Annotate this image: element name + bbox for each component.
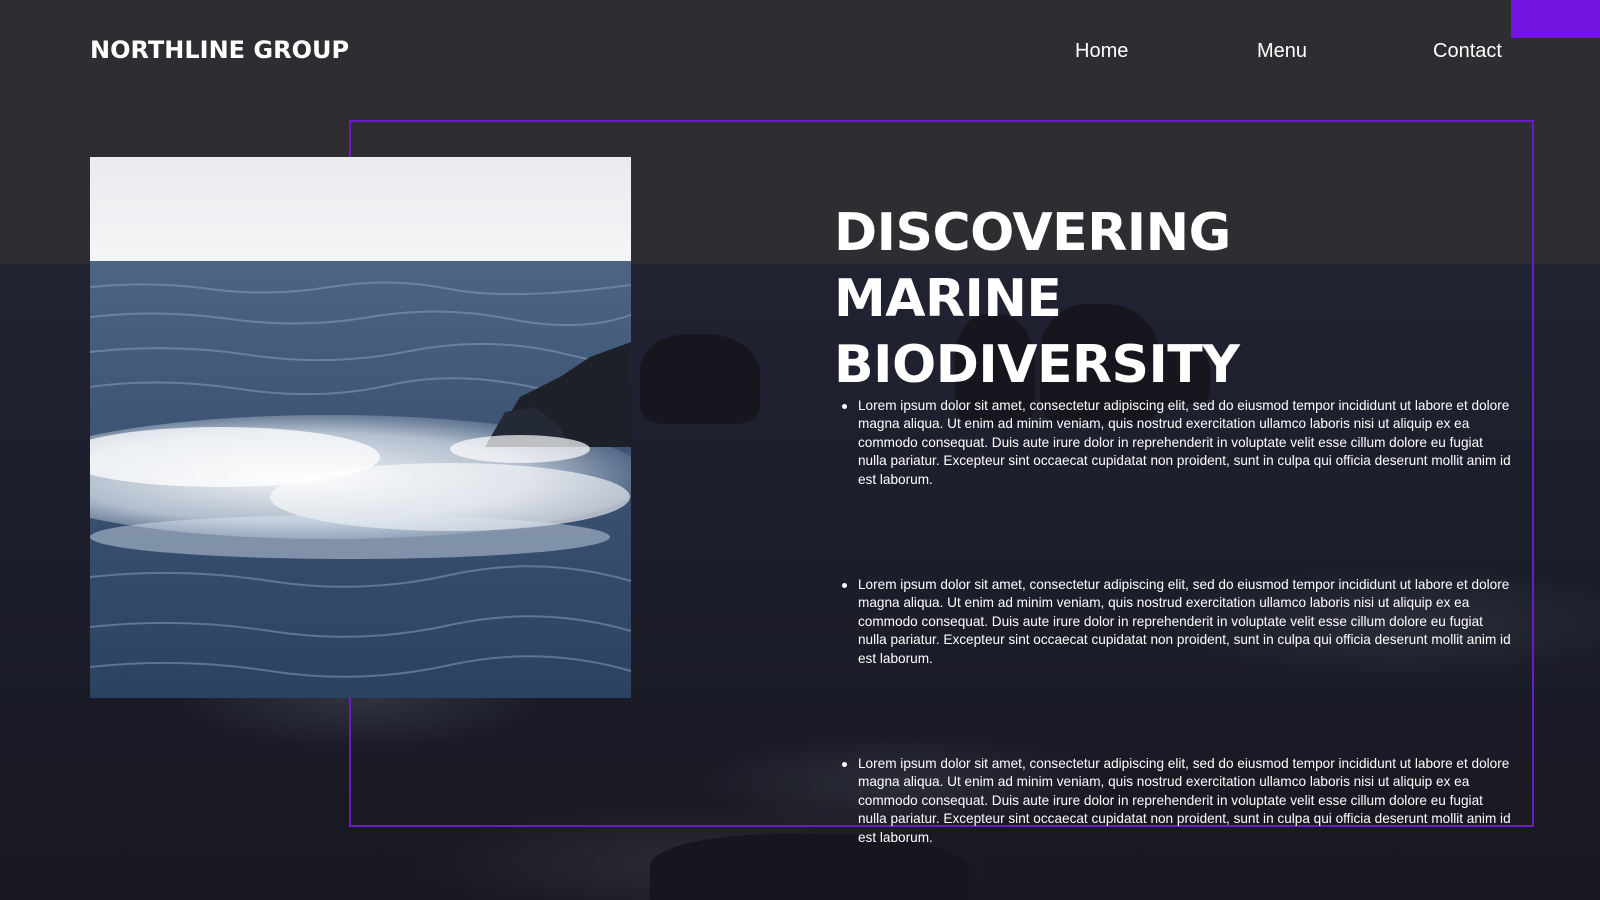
nav-contact-link[interactable]: Contact (1433, 40, 1502, 63)
list-item-text: Lorem ipsum dolor sit amet, consectetur … (858, 756, 1511, 845)
list-item: Lorem ipsum dolor sit amet, consectetur … (842, 755, 1512, 847)
list-item: Lorem ipsum dolor sit amet, consectetur … (842, 576, 1512, 668)
nav-home-link[interactable]: Home (1075, 40, 1128, 63)
page-title-line-2: BIODIVERSITY (834, 335, 1240, 395)
main-nav: Home Menu Contact (0, 40, 1600, 70)
ocean-waves-photo (90, 157, 631, 698)
list-item: Lorem ipsum dolor sit amet, consectetur … (842, 397, 1512, 489)
list-item-text: Lorem ipsum dolor sit amet, consectetur … (858, 398, 1511, 487)
bullet-dot-icon (842, 404, 847, 409)
accent-corner-block (1511, 0, 1600, 38)
bullet-dot-icon (842, 762, 847, 768)
list-item-text: Lorem ipsum dolor sit amet, consectetur … (858, 577, 1511, 666)
page-title-line-1: DISCOVERING MARINE (834, 203, 1231, 329)
content-bullet-list: Lorem ipsum dolor sit amet, consectetur … (842, 397, 1512, 900)
nav-menu-link[interactable]: Menu (1257, 40, 1307, 63)
page-title: DISCOVERING MARINE BIODIVERSITY (834, 200, 1474, 398)
bullet-dot-icon (842, 583, 847, 589)
